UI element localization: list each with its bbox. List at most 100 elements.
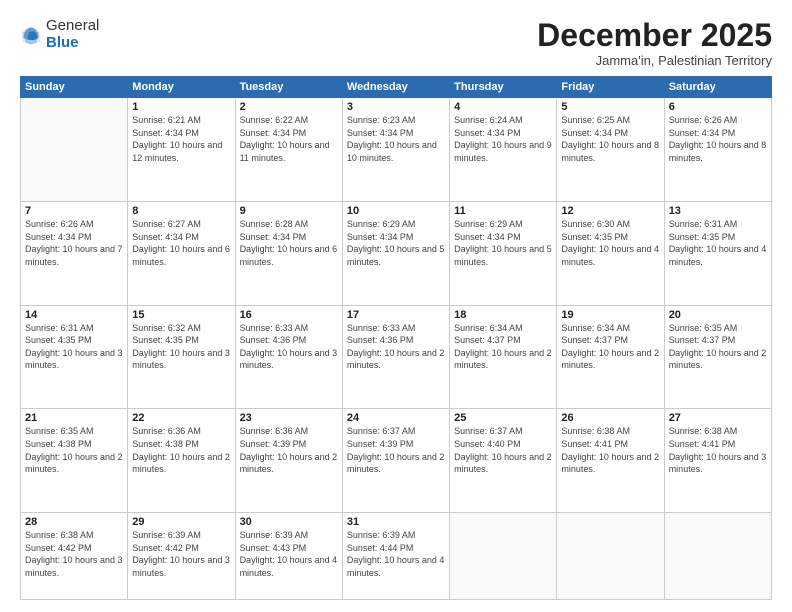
calendar-week-row: 7Sunrise: 6:26 AM Sunset: 4:34 PM Daylig… [21, 201, 772, 305]
weekday-header-row: SundayMondayTuesdayWednesdayThursdayFrid… [21, 77, 772, 98]
day-number: 28 [25, 516, 123, 528]
calendar-cell: 8Sunrise: 6:27 AM Sunset: 4:34 PM Daylig… [128, 201, 235, 305]
weekday-header: Thursday [450, 77, 557, 98]
day-info: Sunrise: 6:38 AM Sunset: 4:41 PM Dayligh… [669, 425, 767, 475]
day-number: 6 [669, 101, 767, 113]
calendar-cell: 28Sunrise: 6:38 AM Sunset: 4:42 PM Dayli… [21, 513, 128, 600]
day-info: Sunrise: 6:23 AM Sunset: 4:34 PM Dayligh… [347, 114, 445, 164]
calendar-cell: 27Sunrise: 6:38 AM Sunset: 4:41 PM Dayli… [664, 409, 771, 513]
calendar-cell: 4Sunrise: 6:24 AM Sunset: 4:34 PM Daylig… [450, 98, 557, 202]
calendar-cell: 19Sunrise: 6:34 AM Sunset: 4:37 PM Dayli… [557, 305, 664, 409]
calendar-cell [664, 513, 771, 600]
calendar-cell: 2Sunrise: 6:22 AM Sunset: 4:34 PM Daylig… [235, 98, 342, 202]
calendar-cell: 11Sunrise: 6:29 AM Sunset: 4:34 PM Dayli… [450, 201, 557, 305]
day-info: Sunrise: 6:33 AM Sunset: 4:36 PM Dayligh… [347, 322, 445, 372]
calendar-week-row: 21Sunrise: 6:35 AM Sunset: 4:38 PM Dayli… [21, 409, 772, 513]
day-number: 3 [347, 101, 445, 113]
day-number: 18 [454, 309, 552, 321]
day-number: 25 [454, 412, 552, 424]
day-info: Sunrise: 6:31 AM Sunset: 4:35 PM Dayligh… [25, 322, 123, 372]
weekday-header: Friday [557, 77, 664, 98]
calendar-cell: 14Sunrise: 6:31 AM Sunset: 4:35 PM Dayli… [21, 305, 128, 409]
day-number: 11 [454, 205, 552, 217]
day-number: 27 [669, 412, 767, 424]
day-number: 4 [454, 101, 552, 113]
day-info: Sunrise: 6:39 AM Sunset: 4:43 PM Dayligh… [240, 529, 338, 579]
calendar-cell: 12Sunrise: 6:30 AM Sunset: 4:35 PM Dayli… [557, 201, 664, 305]
title-month: December 2025 [537, 18, 772, 53]
day-info: Sunrise: 6:32 AM Sunset: 4:35 PM Dayligh… [132, 322, 230, 372]
weekday-header: Wednesday [342, 77, 449, 98]
day-number: 20 [669, 309, 767, 321]
calendar-cell [557, 513, 664, 600]
day-info: Sunrise: 6:38 AM Sunset: 4:41 PM Dayligh… [561, 425, 659, 475]
day-info: Sunrise: 6:38 AM Sunset: 4:42 PM Dayligh… [25, 529, 123, 579]
day-info: Sunrise: 6:26 AM Sunset: 4:34 PM Dayligh… [25, 218, 123, 268]
day-info: Sunrise: 6:24 AM Sunset: 4:34 PM Dayligh… [454, 114, 552, 164]
calendar-cell: 21Sunrise: 6:35 AM Sunset: 4:38 PM Dayli… [21, 409, 128, 513]
calendar-cell: 17Sunrise: 6:33 AM Sunset: 4:36 PM Dayli… [342, 305, 449, 409]
calendar-cell: 5Sunrise: 6:25 AM Sunset: 4:34 PM Daylig… [557, 98, 664, 202]
day-info: Sunrise: 6:37 AM Sunset: 4:39 PM Dayligh… [347, 425, 445, 475]
day-number: 9 [240, 205, 338, 217]
calendar-cell: 24Sunrise: 6:37 AM Sunset: 4:39 PM Dayli… [342, 409, 449, 513]
day-info: Sunrise: 6:29 AM Sunset: 4:34 PM Dayligh… [347, 218, 445, 268]
weekday-header: Sunday [21, 77, 128, 98]
day-info: Sunrise: 6:25 AM Sunset: 4:34 PM Dayligh… [561, 114, 659, 164]
day-info: Sunrise: 6:35 AM Sunset: 4:37 PM Dayligh… [669, 322, 767, 372]
day-info: Sunrise: 6:21 AM Sunset: 4:34 PM Dayligh… [132, 114, 230, 164]
day-info: Sunrise: 6:39 AM Sunset: 4:42 PM Dayligh… [132, 529, 230, 579]
weekday-header: Monday [128, 77, 235, 98]
calendar-cell: 23Sunrise: 6:36 AM Sunset: 4:39 PM Dayli… [235, 409, 342, 513]
day-info: Sunrise: 6:29 AM Sunset: 4:34 PM Dayligh… [454, 218, 552, 268]
day-number: 8 [132, 205, 230, 217]
day-info: Sunrise: 6:33 AM Sunset: 4:36 PM Dayligh… [240, 322, 338, 372]
day-number: 19 [561, 309, 659, 321]
day-info: Sunrise: 6:36 AM Sunset: 4:39 PM Dayligh… [240, 425, 338, 475]
calendar-cell: 16Sunrise: 6:33 AM Sunset: 4:36 PM Dayli… [235, 305, 342, 409]
logo-blue: Blue [46, 35, 99, 52]
weekday-header: Saturday [664, 77, 771, 98]
day-info: Sunrise: 6:22 AM Sunset: 4:34 PM Dayligh… [240, 114, 338, 164]
day-number: 31 [347, 516, 445, 528]
day-number: 15 [132, 309, 230, 321]
calendar-cell: 29Sunrise: 6:39 AM Sunset: 4:42 PM Dayli… [128, 513, 235, 600]
calendar-cell: 30Sunrise: 6:39 AM Sunset: 4:43 PM Dayli… [235, 513, 342, 600]
day-number: 30 [240, 516, 338, 528]
calendar-week-row: 28Sunrise: 6:38 AM Sunset: 4:42 PM Dayli… [21, 513, 772, 600]
day-number: 12 [561, 205, 659, 217]
calendar-cell: 1Sunrise: 6:21 AM Sunset: 4:34 PM Daylig… [128, 98, 235, 202]
title-location: Jamma'in, Palestinian Territory [537, 53, 772, 68]
calendar-cell: 6Sunrise: 6:26 AM Sunset: 4:34 PM Daylig… [664, 98, 771, 202]
calendar-cell: 15Sunrise: 6:32 AM Sunset: 4:35 PM Dayli… [128, 305, 235, 409]
calendar-week-row: 1Sunrise: 6:21 AM Sunset: 4:34 PM Daylig… [21, 98, 772, 202]
day-number: 24 [347, 412, 445, 424]
day-info: Sunrise: 6:34 AM Sunset: 4:37 PM Dayligh… [561, 322, 659, 372]
day-number: 26 [561, 412, 659, 424]
calendar-cell: 25Sunrise: 6:37 AM Sunset: 4:40 PM Dayli… [450, 409, 557, 513]
calendar-cell: 22Sunrise: 6:36 AM Sunset: 4:38 PM Dayli… [128, 409, 235, 513]
day-number: 17 [347, 309, 445, 321]
day-info: Sunrise: 6:39 AM Sunset: 4:44 PM Dayligh… [347, 529, 445, 579]
day-info: Sunrise: 6:30 AM Sunset: 4:35 PM Dayligh… [561, 218, 659, 268]
day-info: Sunrise: 6:36 AM Sunset: 4:38 PM Dayligh… [132, 425, 230, 475]
calendar-cell: 9Sunrise: 6:28 AM Sunset: 4:34 PM Daylig… [235, 201, 342, 305]
day-info: Sunrise: 6:28 AM Sunset: 4:34 PM Dayligh… [240, 218, 338, 268]
calendar-cell: 18Sunrise: 6:34 AM Sunset: 4:37 PM Dayli… [450, 305, 557, 409]
calendar-cell: 10Sunrise: 6:29 AM Sunset: 4:34 PM Dayli… [342, 201, 449, 305]
day-info: Sunrise: 6:37 AM Sunset: 4:40 PM Dayligh… [454, 425, 552, 475]
day-info: Sunrise: 6:27 AM Sunset: 4:34 PM Dayligh… [132, 218, 230, 268]
title-block: December 2025 Jamma'in, Palestinian Terr… [537, 18, 772, 68]
calendar-cell: 26Sunrise: 6:38 AM Sunset: 4:41 PM Dayli… [557, 409, 664, 513]
day-info: Sunrise: 6:35 AM Sunset: 4:38 PM Dayligh… [25, 425, 123, 475]
day-number: 5 [561, 101, 659, 113]
logo-general: General [46, 18, 99, 35]
day-number: 21 [25, 412, 123, 424]
day-info: Sunrise: 6:34 AM Sunset: 4:37 PM Dayligh… [454, 322, 552, 372]
day-number: 14 [25, 309, 123, 321]
day-number: 29 [132, 516, 230, 528]
day-number: 22 [132, 412, 230, 424]
day-number: 2 [240, 101, 338, 113]
day-number: 16 [240, 309, 338, 321]
day-number: 13 [669, 205, 767, 217]
